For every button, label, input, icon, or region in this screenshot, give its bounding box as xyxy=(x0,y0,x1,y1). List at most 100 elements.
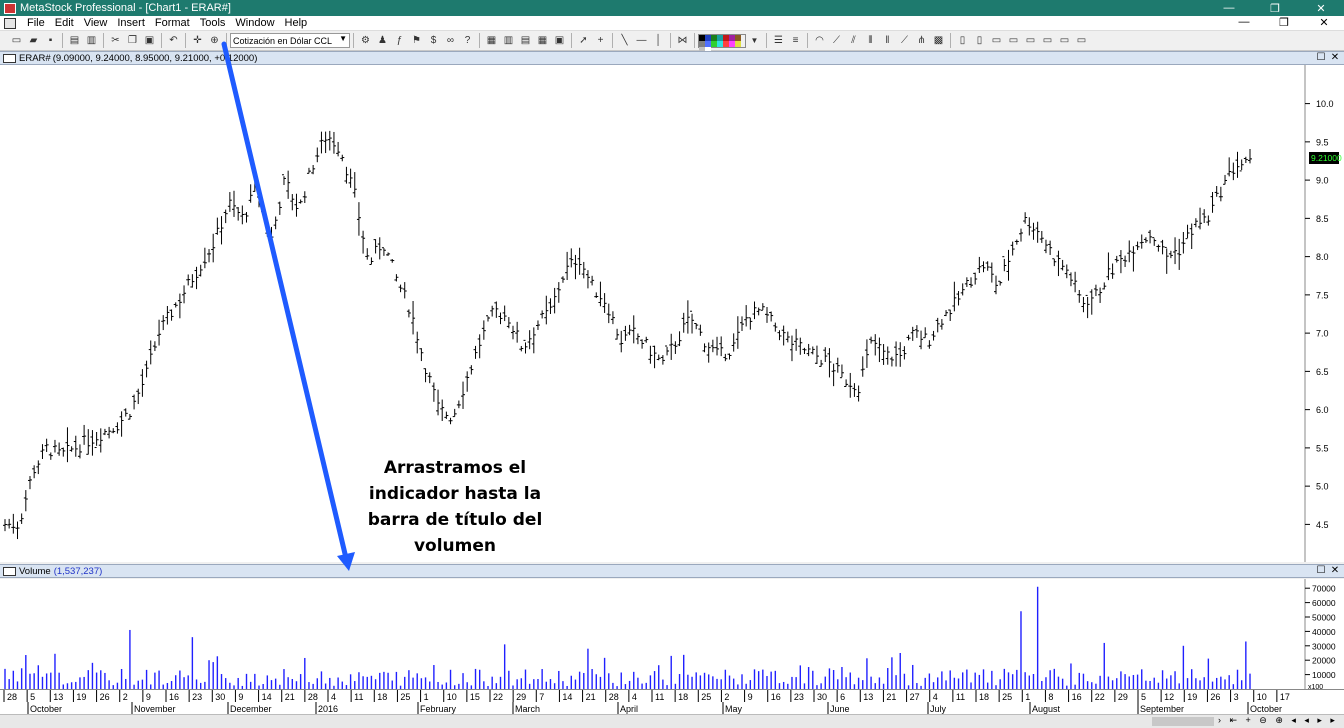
price-chart-pane[interactable]: 4.5 5.0 5.5 6.0 6.5 7.0 7.5 8.0 8.5 9.0 9.5 10.0 9.… xyxy=(0,65,1344,562)
month-label: February xyxy=(420,704,457,714)
line-weight-icon[interactable]: ≡ xyxy=(788,33,803,48)
scroll-thumb[interactable] xyxy=(1152,717,1214,726)
pane-close-icon[interactable]: ✕ xyxy=(1328,565,1342,577)
restore-button[interactable]: ❐ xyxy=(1252,0,1298,16)
bar-style-icon-3[interactable]: ▭ xyxy=(989,33,1004,48)
undo-icon[interactable]: ↶ xyxy=(166,33,181,48)
day-label: 23 xyxy=(794,692,804,702)
open-folder-icon[interactable]: ▰ xyxy=(26,33,41,48)
annotation-text: Arrastramos el indicador hasta la barra … xyxy=(355,455,555,559)
day-label: 3 xyxy=(1234,692,1239,702)
volume-pane-title-bar[interactable]: Volume (1,537,237) ☐ ✕ xyxy=(0,564,1344,578)
pane-maximize-icon[interactable]: ☐ xyxy=(1314,565,1328,577)
window-tile-horizontal-icon[interactable]: ▤ xyxy=(518,33,533,48)
day-label: 4 xyxy=(933,692,938,702)
system-tester-icon[interactable]: ⚑ xyxy=(409,33,424,48)
day-label: 11 xyxy=(655,692,664,702)
color-palette[interactable] xyxy=(698,33,746,53)
day-label: 10 xyxy=(1257,692,1267,702)
menu-help[interactable]: Help xyxy=(280,17,313,29)
volume-chart-pane[interactable]: 10000 20000 30000 40000 50000 60000 70000 x100 xyxy=(0,579,1344,691)
month-label: September xyxy=(1140,704,1184,714)
gann-grid-icon[interactable]: ▩ xyxy=(931,33,946,48)
bar-style-icon-5[interactable]: ▭ xyxy=(1023,33,1038,48)
day-label: 30 xyxy=(215,692,225,702)
print-preview-icon[interactable]: ▥ xyxy=(84,33,99,48)
menu-window[interactable]: Window xyxy=(230,17,279,29)
horizontal-scrollbar[interactable]: › ⇤ + ⊖ ⊕ ◂ ◂ ▸ ▸ xyxy=(0,714,1344,728)
formula-icon[interactable]: ƒ xyxy=(392,33,407,48)
zoom-icon[interactable]: ⊕ xyxy=(207,33,222,48)
day-label: 4 xyxy=(632,692,637,702)
document-icon[interactable] xyxy=(4,17,16,29)
binoculars-icon[interactable]: ∞ xyxy=(443,33,458,48)
bar-style-icon-2[interactable]: ▯ xyxy=(972,33,987,48)
window-title-bar[interactable]: MetaStock Professional - [Chart1 - ERAR#… xyxy=(0,0,1344,16)
day-label: 6 xyxy=(840,692,845,702)
menu-format[interactable]: Format xyxy=(150,17,195,29)
menu-insert[interactable]: Insert xyxy=(112,17,150,29)
pane-close-icon[interactable]: ✕ xyxy=(1328,52,1342,64)
line-style-icon[interactable]: ☰ xyxy=(771,33,786,48)
cut-icon[interactable]: ✂ xyxy=(108,33,123,48)
new-file-icon[interactable]: ▭ xyxy=(9,33,24,48)
bar-style-icon-6[interactable]: ▭ xyxy=(1040,33,1055,48)
day-label: 16 xyxy=(771,692,781,702)
fibonacci-time-icon[interactable]: ⦀ xyxy=(863,33,878,48)
paste-icon[interactable]: ▣ xyxy=(142,33,157,48)
pane-maximize-icon[interactable]: ☐ xyxy=(1314,52,1328,64)
fan-lines-icon[interactable]: ⟋ xyxy=(829,33,844,48)
trend-channel-icon[interactable]: ⟋ xyxy=(897,33,912,48)
close-button[interactable]: ✕ xyxy=(1298,0,1344,16)
palette-color-swatch[interactable] xyxy=(735,40,741,47)
print-icon[interactable]: ▤ xyxy=(67,33,82,48)
day-label: 28 xyxy=(308,692,318,702)
pane-icon xyxy=(3,566,16,576)
help-pointer-icon[interactable]: ? xyxy=(460,33,475,48)
pane-icon xyxy=(3,53,16,63)
window-grid-icon[interactable]: ▦ xyxy=(535,33,550,48)
copy-icon[interactable]: ❐ xyxy=(125,33,140,48)
mdi-close-button[interactable]: ✕ xyxy=(1304,16,1344,31)
chart-navigation[interactable]: › ⇤ + ⊖ ⊕ ◂ ◂ ▸ ▸ xyxy=(1218,715,1338,726)
explorer-icon[interactable]: ⚙ xyxy=(358,33,373,48)
pointer-icon[interactable]: ➚ xyxy=(576,33,591,48)
bar-style-icon-1[interactable]: ▯ xyxy=(955,33,970,48)
vertical-line-icon[interactable]: │ xyxy=(651,33,666,48)
menu-edit[interactable]: Edit xyxy=(50,17,79,29)
dollar-icon[interactable]: $ xyxy=(426,33,441,48)
window-cascade-icon[interactable]: ▦ xyxy=(484,33,499,48)
indicator-combo[interactable]: Cotización en Dólar CCL ▼ xyxy=(230,33,350,48)
mdi-restore-button[interactable]: ❐ xyxy=(1264,16,1304,31)
crosshair-icon[interactable]: ✛ xyxy=(190,33,205,48)
menu-file[interactable]: File xyxy=(22,17,50,29)
trendline-icon[interactable]: ╲ xyxy=(617,33,632,48)
speed-lines-icon[interactable]: ⫽ xyxy=(846,33,861,48)
palette-dropdown-icon[interactable]: ▼ xyxy=(747,33,762,48)
window-tile-vertical-icon[interactable]: ▥ xyxy=(501,33,516,48)
day-label: 13 xyxy=(863,692,873,702)
price-chart[interactable]: 4.5 5.0 5.5 6.0 6.5 7.0 7.5 8.0 8.5 9.0 9.5 10.0 9.… xyxy=(0,65,1344,562)
bar-style-icon-4[interactable]: ▭ xyxy=(1006,33,1021,48)
andrews-pitchfork-icon[interactable]: ⋔ xyxy=(914,33,929,48)
time-zones-icon[interactable]: ‖ xyxy=(880,33,895,48)
bar-style-icon-7[interactable]: ▭ xyxy=(1057,33,1072,48)
horizontal-line-icon[interactable]: — xyxy=(634,33,649,48)
mdi-minimize-button[interactable]: — xyxy=(1224,16,1264,31)
bar-style-icon-8[interactable]: ▭ xyxy=(1074,33,1089,48)
save-icon[interactable]: ▪ xyxy=(43,33,58,48)
window-arrange-icon[interactable]: ▣ xyxy=(552,33,567,48)
minimize-button[interactable]: — xyxy=(1206,0,1252,16)
menu-view[interactable]: View xyxy=(79,17,113,29)
cross-cursor-icon[interactable]: + xyxy=(593,33,608,48)
fibonacci-arcs-icon[interactable]: ◠ xyxy=(812,33,827,48)
day-label: 23 xyxy=(192,692,202,702)
cycle-lines-icon[interactable]: ⋈ xyxy=(675,33,690,48)
expert-icon[interactable]: ♟ xyxy=(375,33,390,48)
price-pane-title-bar[interactable]: ERAR# (9.09000, 9.24000, 8.95000, 9.2100… xyxy=(0,51,1344,65)
annotation-line-3: barra de título del xyxy=(367,510,543,530)
day-label: 4 xyxy=(331,692,336,702)
menu-tools[interactable]: Tools xyxy=(195,17,231,29)
price-tick-label: 5.5 xyxy=(1316,443,1329,453)
day-label: 18 xyxy=(377,692,387,702)
